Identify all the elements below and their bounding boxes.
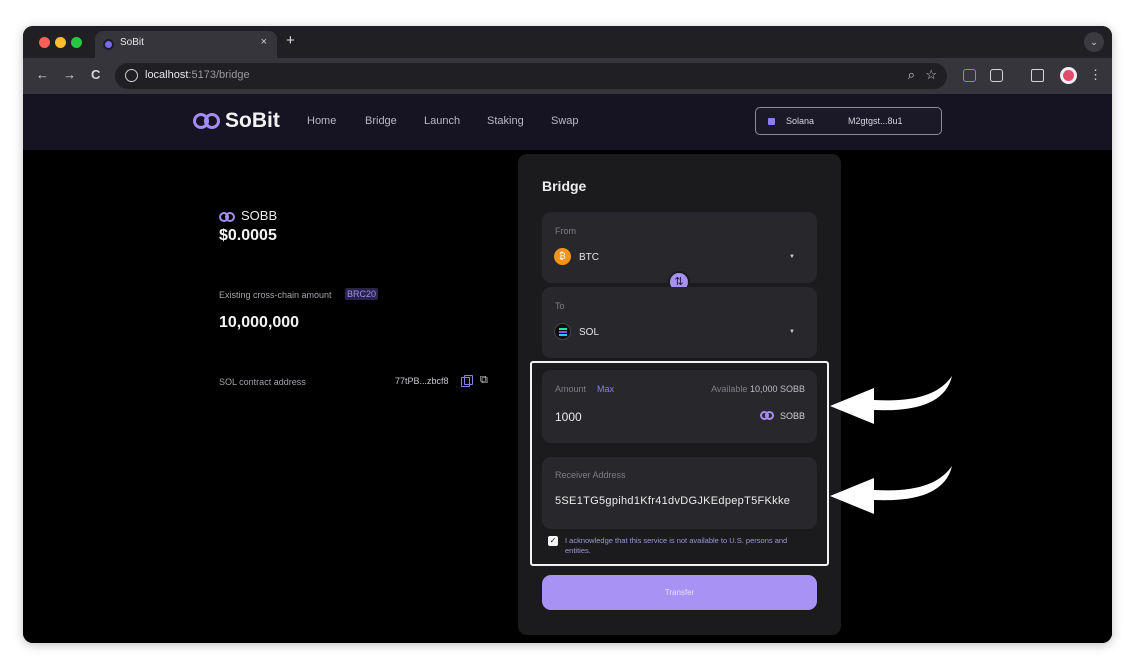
- url-host: localhost: [145, 69, 189, 81]
- contract-address-value: 77tPB...zbcf8: [395, 376, 449, 386]
- favicon-icon: [103, 39, 114, 50]
- extension-icon[interactable]: [963, 69, 976, 82]
- url-text: localhost:5173/bridge: [145, 69, 250, 81]
- browser-window: SoBit × + ⌄ ← → C localhost:5173/bridge …: [23, 26, 1112, 643]
- close-window-button[interactable]: [39, 37, 50, 48]
- tab-title: SoBit: [120, 37, 144, 48]
- zoom-icon[interactable]: ⌕: [908, 67, 915, 83]
- maximize-window-button[interactable]: [71, 37, 82, 48]
- puzzle-extensions-icon[interactable]: [990, 69, 1003, 82]
- tab-strip: SoBit × + ⌄: [23, 26, 1112, 58]
- bitcoin-icon: ₿: [554, 248, 571, 265]
- back-button[interactable]: ←: [36, 67, 49, 82]
- solana-chain-icon: [554, 323, 571, 340]
- amount-unit: SOBB: [759, 411, 805, 421]
- token-price: $0.0005: [219, 227, 277, 244]
- nav-link-launch[interactable]: Launch: [424, 115, 460, 127]
- url-path: :5173/bridge: [188, 69, 250, 81]
- nav-link-staking[interactable]: Staking: [487, 115, 524, 127]
- to-chain-name: SOL: [579, 327, 600, 338]
- amount-unit-label: SOBB: [779, 411, 805, 421]
- contract-address-label: SOL contract address: [219, 377, 306, 387]
- browser-menu-icon[interactable]: ⋮: [1089, 67, 1102, 83]
- new-tab-button[interactable]: +: [286, 32, 295, 49]
- nav-link-swap[interactable]: Swap: [551, 115, 579, 127]
- amount-input[interactable]: 1000: [555, 410, 582, 424]
- page-content: SoBit Home Bridge Launch Staking Swap So…: [23, 94, 1112, 643]
- sobb-token-icon: [759, 411, 776, 421]
- minimize-window-button[interactable]: [55, 37, 66, 48]
- reload-button[interactable]: C: [91, 67, 100, 82]
- brc20-badge: BRC20: [345, 288, 379, 300]
- receiver-address-input[interactable]: 5SE1TG5gpihd1Kfr41dvDGJKEdpepT5FKkke: [555, 495, 805, 507]
- browser-toolbar: ← → C localhost:5173/bridge ⌕ ☆ ⋮: [23, 58, 1112, 94]
- chevron-down-icon: ▼: [789, 254, 795, 260]
- receiver-label: Receiver Address: [555, 470, 626, 480]
- address-bar[interactable]: localhost:5173/bridge ⌕ ☆: [115, 63, 947, 89]
- site-navbar: SoBit Home Bridge Launch Staking Swap So…: [23, 94, 1112, 150]
- token-symbol: SOBB: [241, 208, 278, 223]
- amount-panel: Amount Max Available 10,000 SOBB 1000 SO…: [542, 370, 817, 443]
- cross-chain-amount: 10,000,000: [219, 314, 300, 331]
- from-label: From: [555, 226, 576, 236]
- bookmark-star-icon[interactable]: ☆: [925, 67, 937, 83]
- available-label: Available: [711, 384, 748, 394]
- brand-name: SoBit: [225, 109, 280, 132]
- available-balance: Available 10,000 SOBB: [711, 384, 805, 394]
- copy-icon[interactable]: [461, 375, 473, 387]
- cross-chain-label: Existing cross-chain amount: [219, 290, 332, 300]
- tab-search-button[interactable]: ⌄: [1084, 32, 1104, 52]
- max-button[interactable]: Max: [597, 384, 614, 394]
- external-link-icon[interactable]: ⧉: [480, 374, 488, 387]
- forward-button[interactable]: →: [63, 67, 76, 82]
- chevron-down-icon: ▼: [789, 329, 795, 335]
- sobb-token-icon: [219, 211, 237, 223]
- acknowledge-text: I acknowledge that this service is not a…: [565, 536, 788, 555]
- bridge-card: Bridge From ₿ BTC ▼ ⇅ To SOL ▼ Amount Ma…: [518, 154, 841, 635]
- wallet-address: M2gtgst...8u1: [848, 116, 903, 126]
- site-info-icon[interactable]: [125, 69, 138, 82]
- logo-icon: [193, 112, 223, 130]
- nav-link-bridge[interactable]: Bridge: [365, 115, 397, 127]
- close-tab-icon[interactable]: ×: [261, 36, 267, 48]
- nav-link-home[interactable]: Home: [307, 115, 336, 127]
- to-label: To: [555, 301, 565, 311]
- amount-label: Amount: [555, 384, 587, 394]
- browser-tab[interactable]: SoBit ×: [95, 31, 277, 58]
- from-chain-name: BTC: [579, 252, 599, 263]
- profile-avatar[interactable]: [1060, 67, 1077, 84]
- wallet-button[interactable]: Solana M2gtgst...8u1: [755, 107, 942, 135]
- solana-icon: [768, 118, 775, 125]
- side-panel-icon[interactable]: [1031, 69, 1044, 82]
- to-chain-select[interactable]: To SOL ▼: [542, 287, 817, 358]
- receiver-panel: Receiver Address 5SE1TG5gpihd1Kfr41dvDGJ…: [542, 457, 817, 529]
- available-value: 10,000 SOBB: [749, 384, 805, 394]
- transfer-button[interactable]: Transfer: [542, 575, 817, 610]
- wallet-network: Solana: [786, 116, 815, 126]
- sobit-logo[interactable]: SoBit: [193, 108, 280, 134]
- bridge-title: Bridge: [542, 178, 587, 194]
- acknowledge-checkbox[interactable]: ✓: [548, 536, 558, 546]
